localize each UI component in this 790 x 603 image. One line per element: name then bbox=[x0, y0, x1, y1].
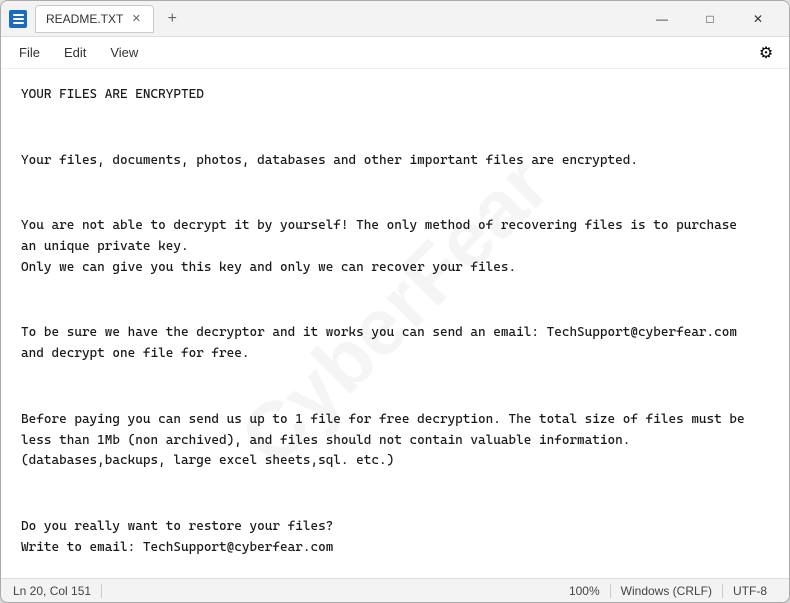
line-2: Your files, documents, photos, databases… bbox=[21, 151, 769, 172]
settings-icon[interactable]: ⚙ bbox=[751, 38, 781, 68]
line-ending: Windows (CRLF) bbox=[611, 584, 723, 598]
menu-edit[interactable]: Edit bbox=[54, 41, 96, 64]
app-icon bbox=[9, 10, 27, 28]
text-content-area[interactable]: CyberFear YOUR FILES ARE ENCRYPTED Your … bbox=[1, 69, 789, 578]
line-1: YOUR FILES ARE ENCRYPTED bbox=[21, 85, 769, 106]
line-blank-4 bbox=[21, 377, 769, 398]
line-4: To be sure we have the decryptor and it … bbox=[21, 323, 769, 365]
tab-label: README.TXT bbox=[46, 12, 123, 26]
title-bar-left: README.TXT ✕ + bbox=[9, 5, 639, 33]
line-5: Before paying you can send us up to 1 fi… bbox=[21, 410, 769, 472]
menu-bar: File Edit View ⚙ bbox=[1, 37, 789, 69]
maximize-button[interactable]: □ bbox=[687, 3, 733, 35]
notepad-window: README.TXT ✕ + — □ ✕ File Edit View ⚙ Cy… bbox=[0, 0, 790, 603]
tab-close-button[interactable]: ✕ bbox=[129, 12, 143, 26]
line-3: You are not able to decrypt it by yourse… bbox=[21, 216, 769, 278]
minimize-button[interactable]: — bbox=[639, 3, 685, 35]
cursor-position: Ln 20, Col 151 bbox=[13, 584, 102, 598]
status-bar: Ln 20, Col 151 100% Windows (CRLF) UTF-8 bbox=[1, 578, 789, 602]
active-tab[interactable]: README.TXT ✕ bbox=[35, 5, 154, 33]
close-button[interactable]: ✕ bbox=[735, 3, 781, 35]
app-icon-lines bbox=[13, 14, 24, 24]
menu-file[interactable]: File bbox=[9, 41, 50, 64]
encoding: UTF-8 bbox=[723, 584, 777, 598]
line-blank-5 bbox=[21, 484, 769, 505]
line-blank-3 bbox=[21, 291, 769, 312]
line-blank-6 bbox=[21, 571, 769, 578]
title-bar: README.TXT ✕ + — □ ✕ bbox=[1, 1, 789, 37]
zoom-level: 100% bbox=[559, 584, 611, 598]
title-bar-tabs: README.TXT ✕ + bbox=[35, 5, 639, 33]
menu-items: File Edit View bbox=[9, 41, 148, 64]
new-tab-button[interactable]: + bbox=[158, 5, 186, 33]
line-blank-1 bbox=[21, 118, 769, 139]
document-text: YOUR FILES ARE ENCRYPTED Your files, doc… bbox=[21, 85, 769, 578]
line-6: Do you really want to restore your files… bbox=[21, 517, 769, 559]
menu-view[interactable]: View bbox=[100, 41, 148, 64]
line-blank-2 bbox=[21, 183, 769, 204]
title-bar-controls: — □ ✕ bbox=[639, 3, 781, 35]
